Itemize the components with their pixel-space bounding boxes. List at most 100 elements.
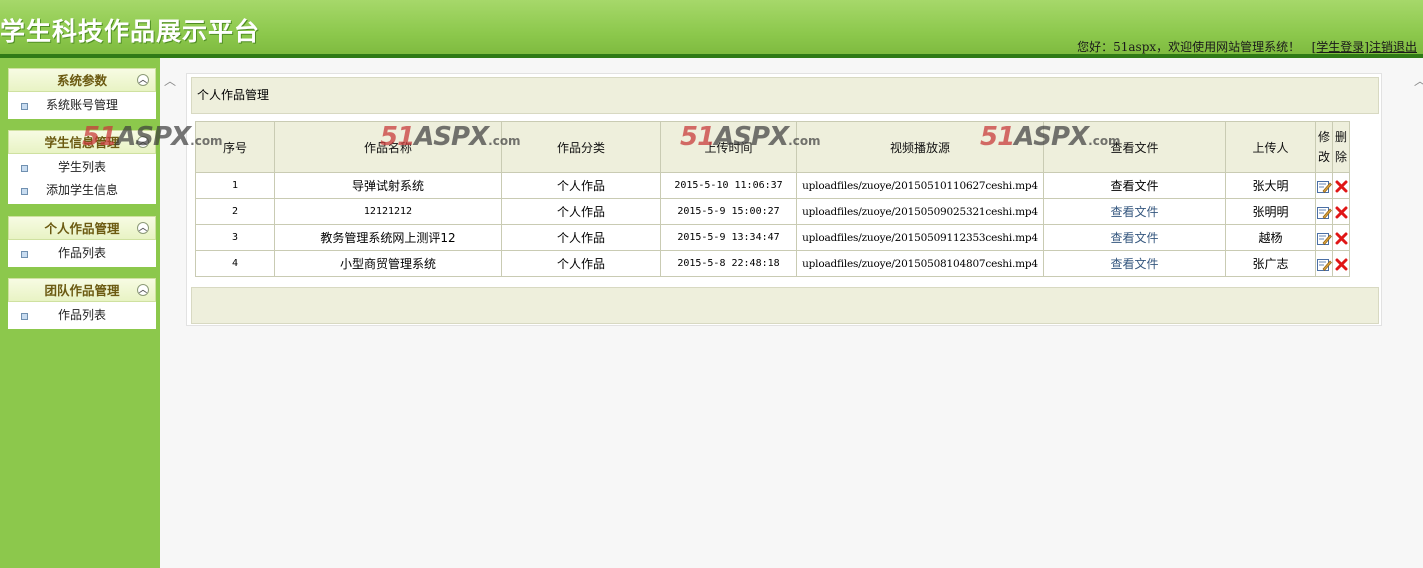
edit-icon[interactable] — [1316, 206, 1332, 219]
edit-cell — [1315, 250, 1333, 277]
delete-icon[interactable] — [1335, 232, 1348, 245]
sidebar-item-label: 系统账号管理 — [45, 98, 118, 112]
view-file-link[interactable]: 查看文件 — [1043, 172, 1226, 199]
cell-category: 个人作品 — [501, 224, 661, 251]
edit-cell — [1315, 224, 1333, 251]
view-file-link[interactable]: 查看文件 — [1043, 250, 1226, 277]
sidebar-item-add-student[interactable]: 添加学生信息 — [8, 179, 156, 202]
sidebar-item-personal-work-list[interactable]: 作品列表 — [8, 242, 156, 265]
sidebar-item-student-list[interactable]: 学生列表 — [8, 156, 156, 179]
table-header-row: 序号 作品名称 作品分类 上传时间 视频播放源 查看文件 上传人 修改 删除 — [195, 121, 1350, 173]
cell-time: 2015-5-10 11:06:37 — [660, 172, 797, 199]
cell-category: 个人作品 — [501, 250, 661, 277]
bullet-icon — [21, 251, 28, 258]
cell-category: 个人作品 — [501, 198, 661, 225]
panel-title: 个人作品管理 — [44, 221, 120, 236]
delete-icon[interactable] — [1335, 180, 1348, 193]
table-row: 4 小型商贸管理系统 个人作品 2015-5-8 22:48:18 upload… — [195, 250, 1350, 277]
panel-body: 学生列表 添加学生信息 — [8, 154, 156, 204]
table-row: 1 导弹试射系统 个人作品 2015-5-10 11:06:37 uploadf… — [195, 172, 1350, 199]
scroll-up-icon[interactable]: ︿ — [1414, 72, 1423, 89]
sidebar-item-label: 学生列表 — [57, 160, 106, 174]
view-file-link[interactable]: 查看文件 — [1043, 224, 1226, 251]
panel-body: 作品列表 — [8, 302, 156, 329]
logout-link[interactable]: 注销退出 — [1369, 40, 1417, 54]
edit-icon[interactable] — [1316, 180, 1332, 193]
bullet-icon — [21, 165, 28, 172]
delete-cell — [1332, 172, 1350, 199]
sidebar-item-label: 添加学生信息 — [45, 183, 118, 197]
cell-video-source: uploadfiles/zuoye/20150508104807ceshi.mp… — [796, 250, 1044, 277]
cell-time: 2015-5-8 22:48:18 — [660, 250, 797, 277]
cell-no: 4 — [195, 250, 275, 277]
cell-uploader: 张广志 — [1225, 250, 1316, 277]
cell-time: 2015-5-9 13:34:47 — [660, 224, 797, 251]
table-row: 3 教务管理系统网上测评12 个人作品 2015-5-9 13:34:47 up… — [195, 224, 1350, 251]
sidebar-item-label: 作品列表 — [57, 246, 106, 260]
collapse-icon[interactable]: ︿ — [137, 222, 149, 234]
column-header: 删除 — [1332, 121, 1350, 173]
student-login-link[interactable]: [学生登录] — [1312, 40, 1369, 54]
panel-body: 作品列表 — [8, 240, 156, 267]
table-footer-bar — [191, 287, 1379, 324]
panel-header[interactable]: 系统参数 ︿ — [8, 68, 156, 92]
bullet-icon — [21, 313, 28, 320]
edit-icon[interactable] — [1316, 232, 1332, 245]
delete-cell — [1332, 198, 1350, 225]
sidebar-panel-personal-works: 个人作品管理 ︿ 作品列表 — [8, 216, 156, 267]
column-header: 上传人 — [1225, 121, 1316, 173]
column-header: 序号 — [195, 121, 275, 173]
delete-cell — [1332, 224, 1350, 251]
cell-name: 12121212 — [274, 198, 502, 225]
column-header: 视频播放源 — [796, 121, 1044, 173]
bullet-icon — [21, 103, 28, 110]
cell-category: 个人作品 — [501, 172, 661, 199]
collapse-icon[interactable]: ︿ — [137, 74, 149, 86]
edit-icon[interactable] — [1316, 258, 1332, 271]
app-title: 学生科技作品展示平台 — [0, 17, 261, 46]
works-table: 序号 作品名称 作品分类 上传时间 视频播放源 查看文件 上传人 修改 删除 1… — [195, 121, 1350, 277]
delete-cell — [1332, 250, 1350, 277]
panel-header[interactable]: 团队作品管理 ︿ — [8, 278, 156, 302]
page-header: 学生科技作品展示平台 您好：51aspx，欢迎使用网站管理系统！ [学生登录]注… — [0, 0, 1423, 57]
panel-header[interactable]: 学生信息管理 ︿ — [8, 130, 156, 154]
scroll-up-icon[interactable]: ︿ — [164, 72, 176, 89]
cell-uploader: 张明明 — [1225, 198, 1316, 225]
panel-title: 团队作品管理 — [44, 283, 120, 298]
sidebar-item-account[interactable]: 系统账号管理 — [8, 94, 156, 117]
header-divider — [0, 54, 1423, 58]
delete-icon[interactable] — [1335, 258, 1348, 271]
collapse-icon[interactable]: ︿ — [137, 284, 149, 296]
welcome-text: 您好：51aspx，欢迎使用网站管理系统！ — [1077, 40, 1301, 54]
column-header: 查看文件 — [1043, 121, 1226, 173]
view-file-link[interactable]: 查看文件 — [1043, 198, 1226, 225]
panel-body: 系统账号管理 — [8, 92, 156, 119]
cell-no: 1 — [195, 172, 275, 199]
delete-icon[interactable] — [1335, 206, 1348, 219]
sidebar-panel-team-works: 团队作品管理 ︿ 作品列表 — [8, 278, 156, 329]
edit-cell — [1315, 172, 1333, 199]
cell-video-source: uploadfiles/zuoye/20150510110627ceshi.mp… — [796, 172, 1044, 199]
cell-time: 2015-5-9 15:00:27 — [660, 198, 797, 225]
bullet-icon — [21, 188, 28, 195]
welcome-bar: 您好：51aspx，欢迎使用网站管理系统！ [学生登录]注销退出 — [1077, 38, 1417, 55]
cell-no: 2 — [195, 198, 275, 225]
sidebar-panel-students: 学生信息管理 ︿ 学生列表 添加学生信息 — [8, 130, 156, 204]
panel-header[interactable]: 个人作品管理 ︿ — [8, 216, 156, 240]
collapse-icon[interactable]: ︿ — [137, 136, 149, 148]
cell-uploader: 张大明 — [1225, 172, 1316, 199]
sidebar-item-label: 作品列表 — [57, 308, 106, 322]
column-header: 修改 — [1315, 121, 1333, 173]
column-header: 作品名称 — [274, 121, 502, 173]
column-header: 上传时间 — [660, 121, 797, 173]
table-row: 2 12121212 个人作品 2015-5-9 15:00:27 upload… — [195, 198, 1350, 225]
sidebar-panel-system: 系统参数 ︿ 系统账号管理 — [8, 68, 156, 119]
cell-name: 小型商贸管理系统 — [274, 250, 502, 277]
cell-no: 3 — [195, 224, 275, 251]
cell-video-source: uploadfiles/zuoye/20150509112353ceshi.mp… — [796, 224, 1044, 251]
section-title: 个人作品管理 — [191, 77, 1379, 114]
cell-uploader: 越杨 — [1225, 224, 1316, 251]
cell-video-source: uploadfiles/zuoye/20150509025321ceshi.mp… — [796, 198, 1044, 225]
edit-cell — [1315, 198, 1333, 225]
sidebar-item-team-work-list[interactable]: 作品列表 — [8, 304, 156, 327]
